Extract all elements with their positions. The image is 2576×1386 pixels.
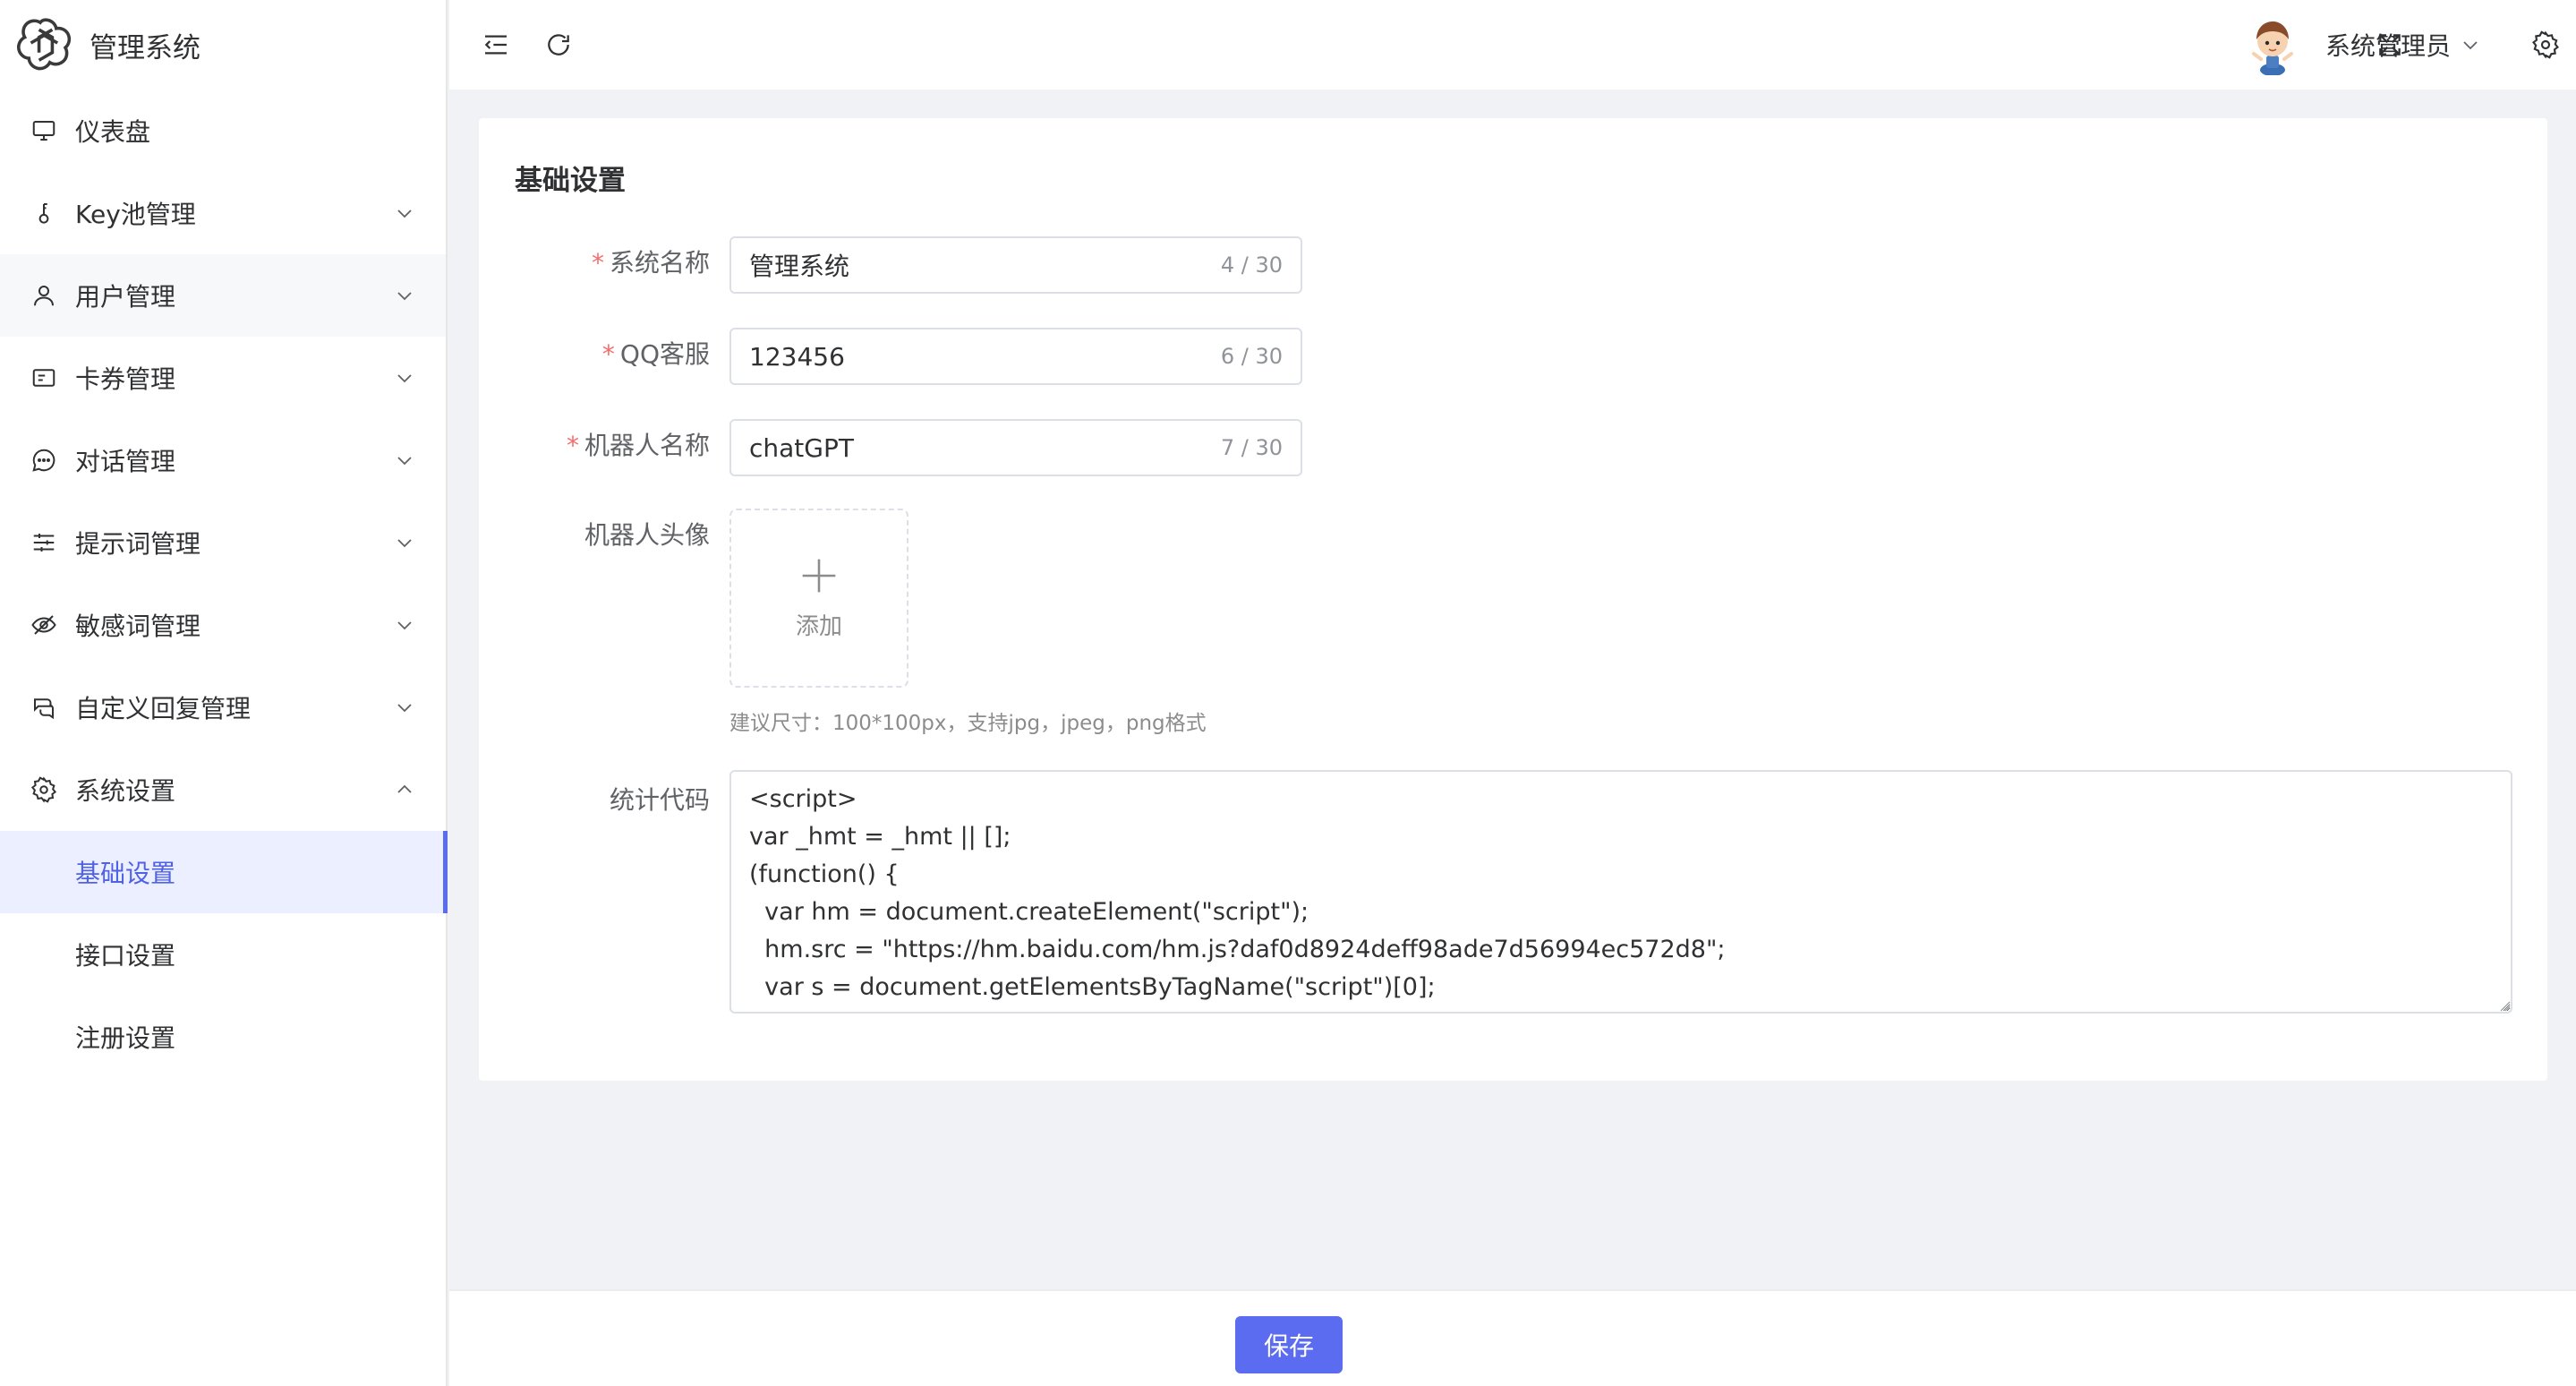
eye-off-icon — [29, 610, 59, 640]
bot-name-field[interactable]: 7 / 30 — [729, 419, 1302, 476]
required-mark: * — [566, 431, 579, 460]
char-counter: 7 / 30 — [1220, 435, 1283, 460]
sidebar-subitem-label: 基础设置 — [75, 859, 176, 888]
sidebar-item-label: 系统设置 — [75, 776, 176, 806]
sidebar-item-label: 自定义回复管理 — [75, 694, 252, 723]
form-row-qq: *QQ客服 6 / 30 — [479, 328, 2547, 385]
qq-service-field[interactable]: 6 / 30 — [729, 328, 1302, 385]
char-counter: 6 / 30 — [1220, 344, 1283, 369]
sidebar-subitem-register-settings[interactable]: 注册设置 — [0, 996, 446, 1078]
system-name-field[interactable]: 4 / 30 — [729, 236, 1302, 294]
chevron-down-icon — [397, 210, 412, 218]
sidebar-item-sensitive-words[interactable]: 敏感词管理 — [0, 584, 446, 666]
menu-fold-button[interactable] — [478, 27, 514, 63]
sidebar-item-dashboard[interactable]: 仪表盘 — [0, 90, 446, 172]
sidebar-item-system-settings[interactable]: 系统设置 — [0, 749, 446, 831]
required-mark: * — [591, 248, 604, 278]
form-row-bot-avatar: 机器人头像 添加 建议尺寸：100*100px，支持jpg，jpeg，png格式 — [479, 509, 2547, 741]
upload-hint: 建议尺寸：100*100px，支持jpg，jpeg，png格式 — [729, 712, 1207, 735]
chevron-up-icon — [397, 784, 412, 793]
brand[interactable]: 管理系统 — [0, 0, 446, 90]
chevron-down-icon — [397, 621, 412, 630]
menu-fold-icon — [484, 35, 507, 55]
sidebar-item-label: 对话管理 — [75, 447, 176, 476]
form-label: * 机器人名称 — [479, 426, 710, 462]
page-title: 基础设置 — [515, 165, 626, 197]
app-title: 管理系统 — [90, 31, 200, 64]
form-label: 机器人头像 — [584, 520, 710, 550]
sidebar-item-prompts[interactable]: 提示词管理 — [0, 501, 446, 584]
plus-icon — [802, 559, 836, 592]
gear-icon — [29, 774, 59, 805]
system-name-input[interactable] — [749, 250, 1221, 280]
sidebar-subitem-label: 接口设置 — [75, 941, 176, 971]
refresh-button[interactable] — [541, 27, 576, 63]
refresh-icon — [548, 34, 569, 56]
footer-bar: 保存 — [449, 1289, 2576, 1386]
sidebar-item-label: Key池管理 — [75, 200, 196, 229]
form-row-stats-code: 统计代码 <script> var _hmt = _hmt || []; (fu… — [479, 770, 2547, 1017]
sidebar-item-key-pool[interactable]: Key池管理 — [0, 172, 446, 254]
resize-grip-icon[interactable] — [2496, 997, 2511, 1012]
required-mark: * — [601, 339, 615, 369]
avatar — [2251, 21, 2293, 75]
monitor-icon — [29, 116, 59, 146]
stats-code-textarea[interactable]: <script> var _hmt = _hmt || []; (functio… — [729, 770, 2512, 1014]
label-text: 系统名称 — [609, 248, 710, 278]
chevron-down-icon — [397, 704, 412, 713]
user-name: 系统管理员 — [2324, 31, 2451, 61]
chevron-down-icon — [2463, 41, 2478, 50]
reply-icon — [29, 692, 59, 723]
label-text: 机器人名称 — [584, 431, 710, 460]
label-text: QQ客服 — [619, 339, 710, 369]
sliders-icon — [29, 527, 59, 558]
sidebar: 管理系统 仪表盘 Key池管理 用户管理 卡券管理 对话管理 提示词管理 敏感词… — [0, 0, 448, 1386]
user-menu[interactable]: 系统管理员 — [2243, 14, 2481, 75]
chat-icon — [29, 445, 59, 475]
settings-button[interactable] — [2528, 27, 2563, 63]
char-counter: 4 / 30 — [1220, 252, 1283, 278]
form-row-system-name: *系统名称 4 / 30 — [479, 236, 2547, 294]
sidebar-item-label: 用户管理 — [75, 282, 176, 312]
user-icon — [29, 280, 59, 311]
sidebar-subitem-api-settings[interactable]: 接口设置 — [0, 913, 446, 996]
save-button[interactable]: 保存 — [1235, 1316, 1343, 1373]
form-row-bot-name: *机器人名称 7 / 30 — [479, 419, 2547, 476]
chevron-down-icon — [397, 374, 412, 383]
settings-card: 基础设置 *系统名称 4 / 30 *QQ客服 6 / 30 *机器人名称 7 … — [479, 118, 2547, 1081]
bot-name-input[interactable] — [749, 432, 1221, 463]
sidebar-subitem-basic-settings[interactable]: 基础设置 — [0, 831, 448, 913]
form-label: 统计代码 — [609, 785, 710, 815]
qq-service-input[interactable] — [749, 341, 1221, 372]
card-icon — [29, 363, 59, 393]
avatar-upload-button[interactable]: 添加 — [729, 509, 908, 688]
openai-logo-icon — [16, 13, 75, 76]
sidebar-item-custom-replies[interactable]: 自定义回复管理 — [0, 666, 446, 749]
sidebar-item-conversations[interactable]: 对话管理 — [0, 419, 446, 501]
settings-icon — [2532, 30, 2559, 59]
chevron-down-icon — [397, 539, 412, 548]
top-header: 系统管理员 — [449, 0, 2576, 90]
sidebar-item-label: 敏感词管理 — [75, 612, 201, 641]
chevron-down-icon — [397, 457, 412, 466]
sidebar-item-users[interactable]: 用户管理 — [0, 254, 446, 337]
form-label: * QQ客服 — [479, 335, 710, 371]
key-icon — [29, 198, 59, 228]
sidebar-item-label: 提示词管理 — [75, 529, 201, 559]
sidebar-item-label: 卡券管理 — [75, 364, 176, 394]
sidebar-subitem-label: 注册设置 — [75, 1023, 176, 1053]
form-label: * 系统名称 — [479, 244, 710, 279]
chevron-down-icon — [397, 292, 412, 301]
upload-label: 添加 — [795, 612, 842, 640]
sidebar-item-coupons[interactable]: 卡券管理 — [0, 337, 446, 419]
sidebar-item-label: 仪表盘 — [75, 117, 151, 147]
